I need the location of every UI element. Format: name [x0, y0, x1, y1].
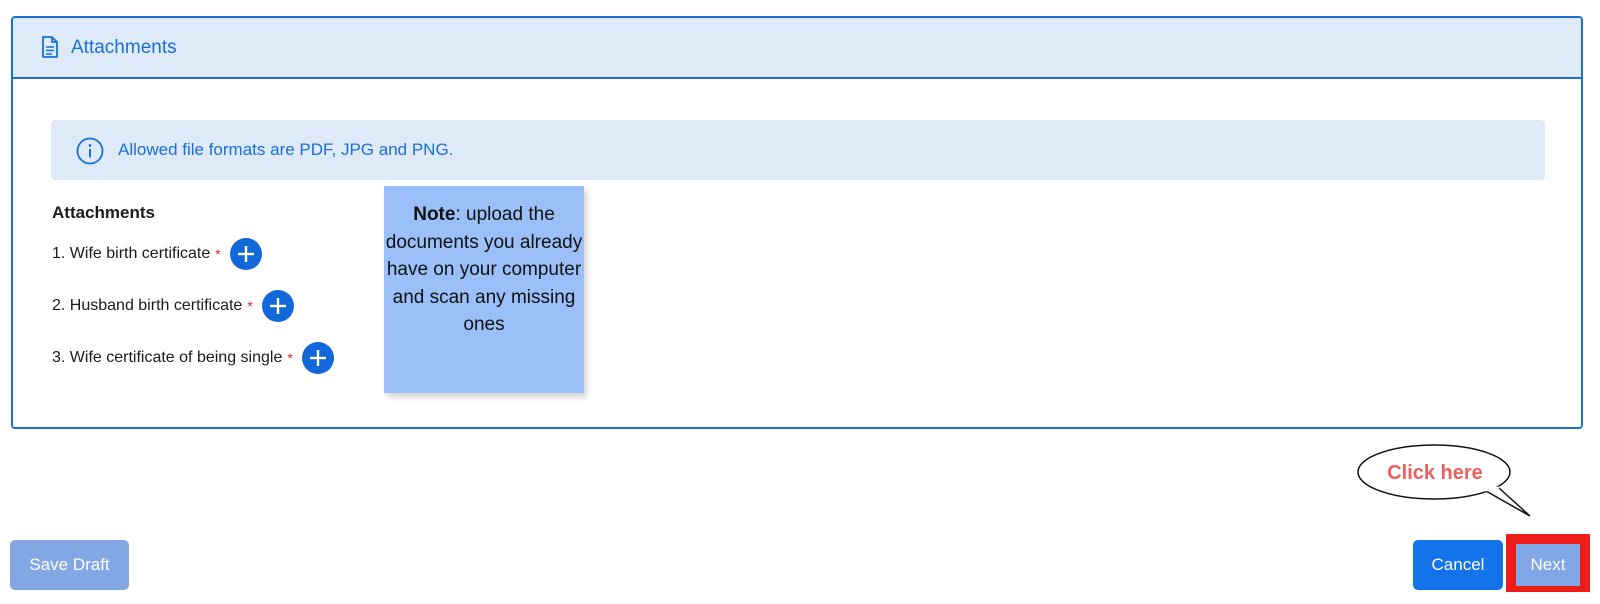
note-sticky: Note: upload the documents you already h… [384, 186, 584, 393]
required-marker: * [287, 350, 293, 366]
required-marker: * [247, 298, 253, 314]
info-text: Allowed file formats are PDF, JPG and PN… [118, 140, 454, 159]
attachment-label: 3. Wife certificate of being single [52, 349, 283, 366]
attachments-section-title: Attachments [52, 203, 155, 222]
document-icon [42, 36, 58, 58]
add-attachment-button[interactable] [261, 290, 294, 322]
attachment-row: 1. Wife birth certificate * [52, 237, 262, 271]
save-draft-button[interactable]: Save Draft [10, 540, 129, 590]
plus-icon [237, 246, 254, 262]
required-marker: * [215, 246, 221, 262]
attachment-row: 2. Husband birth certificate * [52, 289, 294, 323]
attachment-label: 2. Husband birth certificate [52, 297, 243, 314]
add-attachment-button[interactable] [301, 342, 334, 374]
info-banner: Allowed file formats are PDF, JPG and PN… [51, 120, 1545, 180]
note-label: Note [413, 204, 456, 225]
panel-title: Attachments [71, 37, 177, 58]
attachment-label: 1. Wife birth certificate [52, 245, 211, 262]
next-button[interactable]: Next [1516, 544, 1580, 586]
info-icon [76, 137, 104, 165]
cancel-button[interactable]: Cancel [1413, 540, 1503, 590]
panel-header: Attachments [13, 18, 1581, 79]
attachments-panel: Attachments Allowed file formats are PDF… [11, 16, 1583, 429]
callout-text: Click here [1387, 462, 1483, 484]
attachment-row: 3. Wife certificate of being single * [52, 341, 334, 375]
add-attachment-button[interactable] [229, 238, 262, 270]
plus-icon [309, 350, 326, 366]
plus-icon [269, 298, 286, 314]
